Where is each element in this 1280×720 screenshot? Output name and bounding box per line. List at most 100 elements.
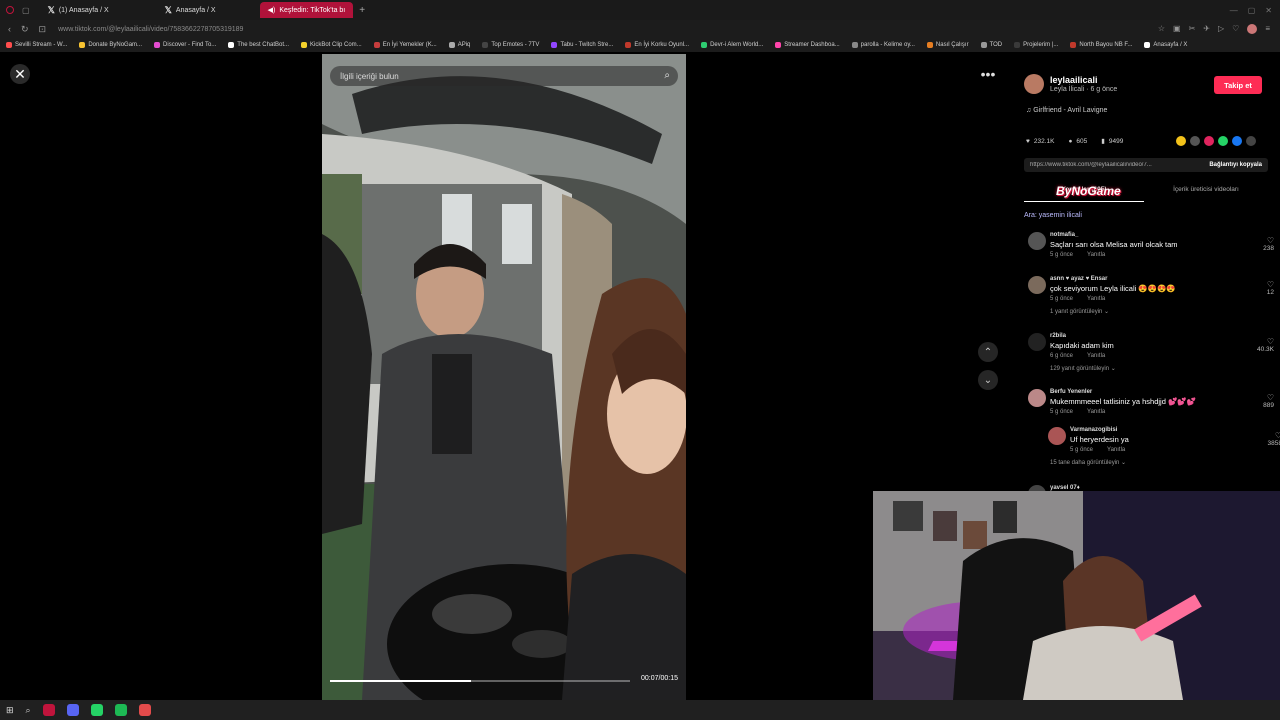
bookmark-item[interactable]: Top Emotes - 7TV [476,42,545,48]
previous-video-button[interactable]: ⌃ [978,342,998,362]
tab-tiktok[interactable]: ◀) Keşfedin: TikTok'ta bı [259,2,354,18]
author-info[interactable]: leylaailicali Leyla İlicali · 6 g önce [1024,74,1117,94]
follow-button[interactable]: Takip et [1214,76,1262,94]
obs-icon[interactable] [138,704,151,716]
reply-button[interactable]: Yanıtla [1087,296,1105,302]
view-replies-button[interactable]: 1 yanıt görüntüleyin ⌄ [1050,308,1109,315]
video-progress-bar[interactable] [330,680,630,682]
site-info-icon[interactable]: ⊡ [39,24,47,35]
bookmark-item[interactable]: En İyi Yemekler (K... [368,42,443,48]
embed-icon[interactable] [1190,136,1200,146]
menu-icon[interactable]: ≡ [1265,24,1270,34]
coin-icon[interactable] [1176,136,1186,146]
extension-icon[interactable]: ✂ [1189,24,1196,34]
whatsapp-icon[interactable] [1218,136,1228,146]
commenter-name[interactable]: Berfu Yenenler [1050,389,1092,395]
reply-button[interactable]: Yanıtla [1087,409,1105,415]
reply-button[interactable]: Yanıtla [1087,353,1105,359]
bookmark-item[interactable]: Projelerim |... [1008,42,1064,48]
bookmark-item[interactable]: Tabu - Twitch Stre... [545,42,619,48]
back-button[interactable]: ‹ [8,24,11,35]
spotify-icon[interactable] [114,704,127,716]
reply-button[interactable]: Yanıtla [1107,447,1125,453]
comment-like-button[interactable]: ♡ 889 [1263,393,1274,409]
view-replies-button[interactable]: 129 yanıt görüntüleyin ⌄ [1050,365,1116,372]
tab-x-home-1[interactable]: 𝕏 (1) Anasayfa / X [40,2,117,18]
minimize-button[interactable]: — [1230,6,1238,15]
close-video-button[interactable]: ✕ [10,64,30,84]
music-link[interactable]: ♫ Girlfriend - Avril Lavigne [1026,107,1107,114]
bookmark-item[interactable]: North Bayou NB F... [1064,42,1138,48]
comment-button[interactable]: ● 605 [1068,138,1087,145]
new-tab-button[interactable]: + [359,5,365,16]
extension-icon[interactable]: ✈ [1203,24,1210,34]
bookmark-item[interactable]: Nasıl Çalışır [921,42,975,48]
next-video-button[interactable]: ⌄ [978,370,998,390]
close-window-button[interactable]: ✕ [1265,6,1272,15]
tab-creator-videos[interactable]: İçerik üreticisi videoları [1144,186,1268,202]
tab-x-home-2[interactable]: 𝕏 Anasayfa / X [157,2,224,18]
commenter-name[interactable]: r2bila [1050,333,1066,339]
profile-avatar[interactable] [1247,24,1258,34]
bookmark-item[interactable]: TOD [975,42,1009,48]
windows-start-icon[interactable]: ⊞ [6,705,14,716]
view-replies-button[interactable]: 15 tane daha görüntüleyin ⌄ [1050,459,1126,466]
workspace-icon[interactable]: ▢ [22,6,30,15]
commenter-avatar[interactable] [1048,427,1066,445]
like-button[interactable]: ♥ 232.1K [1026,138,1054,145]
reply-button[interactable]: Yanıtla [1087,252,1105,258]
maximize-button[interactable]: ▢ [1248,6,1256,15]
comment-like-button[interactable]: ♡3858 [1268,431,1280,447]
comment-meta: 5 g önce Yanıtla [1050,252,1119,258]
author-avatar[interactable] [1024,74,1044,94]
bookmark-item[interactable]: APiq [443,42,477,48]
bookmark-item[interactable]: Anasayfa / X [1138,42,1193,48]
save-button[interactable]: ▮ 9499 [1101,137,1123,146]
author-handle[interactable]: leylaailicali [1050,75,1117,85]
comment-time: 6 g önce [1050,353,1074,359]
facebook-icon[interactable] [1232,136,1242,146]
extension-icon[interactable]: ▣ [1173,24,1181,34]
search-icon[interactable]: ⌕ [26,705,31,716]
comment-like-button[interactable]: ♡ 40.3K [1257,337,1274,353]
url-field[interactable]: www.tiktok.com/@leylaailicali/video/7583… [58,26,243,33]
video-player[interactable]: İlgili içeriği bulun ⌕ 00:07/00:15 [322,54,686,700]
bookmark-item[interactable]: Discover - Find To... [148,42,222,48]
comment-like-button[interactable]: ♡ 12 [1267,280,1274,296]
comment-like-count: 889 [1263,402,1274,409]
commenter-avatar[interactable] [1028,389,1046,407]
bookmark-favicon-icon [301,42,307,48]
commenter-avatar[interactable] [1028,333,1046,351]
whatsapp-icon[interactable] [90,704,103,716]
bookmark-item[interactable]: Donate ByNoGam... [73,42,148,48]
bookmark-item[interactable]: Devr-i Alem World... [695,42,769,48]
commenter-name[interactable]: asnn ♥ ayaz ♥ Ensar [1050,276,1107,282]
copy-link-button[interactable]: Bağlantıyı kopyala [1209,162,1268,168]
comment-like-button[interactable]: ♡ 238 [1263,236,1274,252]
bookmark-item[interactable]: The best ChatBot... [222,42,295,48]
play-icon[interactable]: ▷ [1218,24,1224,34]
commenter-name[interactable]: notmafia_ [1050,232,1078,238]
tab-label: Anasayfa / X [175,6,216,14]
commenter-name[interactable]: Varmanazogibisi [1070,427,1117,433]
bookmark-icon[interactable]: ☆ [1158,24,1165,34]
tiktok-page: ✕ İlgili içeriği bulun ⌕ 00:07/00:15 •••… [0,52,1280,700]
share-icon[interactable] [1246,136,1256,146]
bookmark-item[interactable]: En İyi Korku Oyunl... [619,42,695,48]
commenter-avatar[interactable] [1028,232,1046,250]
search-suggestion[interactable]: Ara: yasemin ilicali [1024,212,1082,219]
bookmark-item[interactable]: KickBot Clip Com... [295,42,368,48]
bookmark-item[interactable]: Sevilli Stream - W... [0,42,73,48]
comment-like-count: 12 [1266,289,1274,296]
commenter-avatar[interactable] [1028,276,1046,294]
related-search-input[interactable]: İlgili içeriği bulun ⌕ [330,66,678,86]
heart-icon[interactable]: ♡ [1232,24,1239,34]
bookmark-item[interactable]: parolla - Kelime oy... [846,42,921,48]
more-options-button[interactable]: ••• [978,66,998,82]
send-icon[interactable] [1204,136,1214,146]
search-icon[interactable]: ⌕ [664,70,670,81]
bookmark-item[interactable]: Streamer Dashboa... [769,42,845,48]
browser-taskbar-icon[interactable] [42,704,55,716]
reload-button[interactable]: ↻ [21,24,29,35]
discord-icon[interactable] [66,704,79,716]
